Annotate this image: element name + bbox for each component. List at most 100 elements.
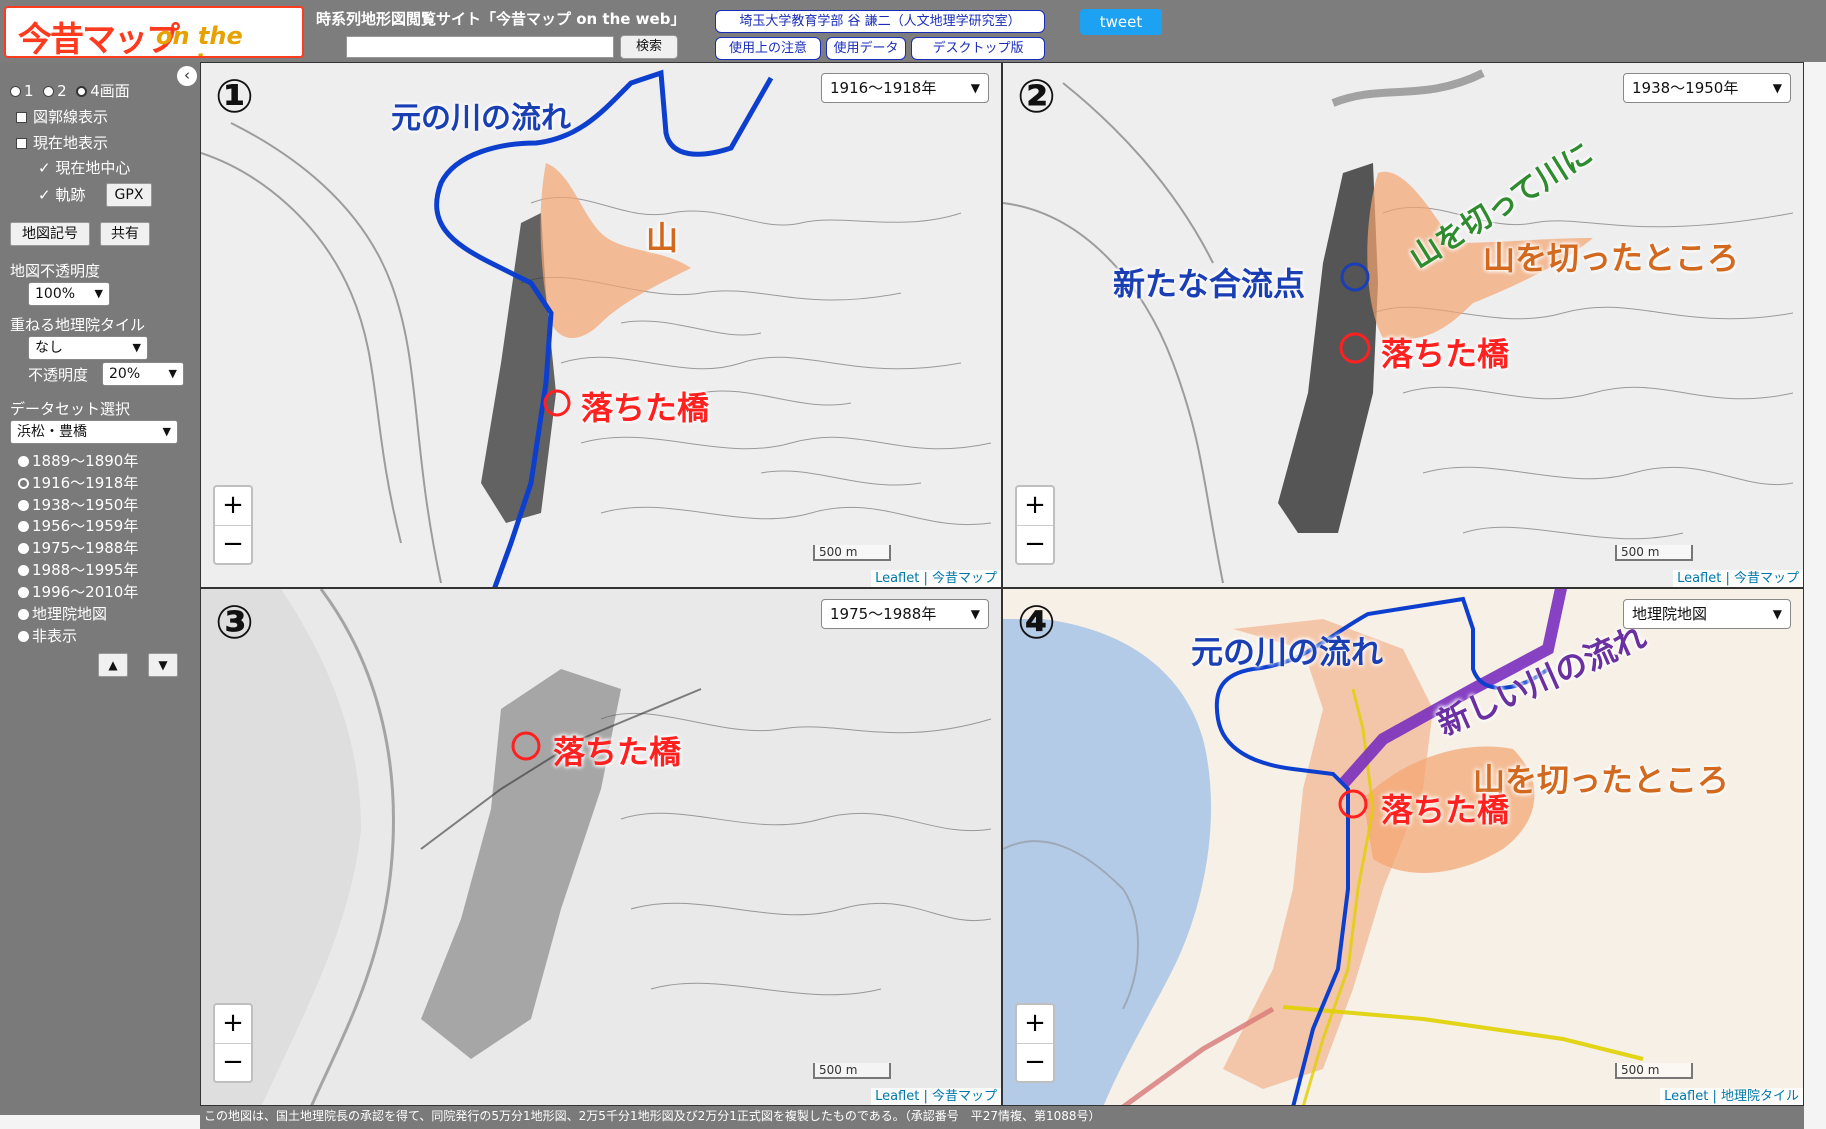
dataset-value: 浜松・豊橋 <box>17 424 87 440</box>
move-up-icon[interactable]: ▲ <box>98 653 128 677</box>
collapse-sidebar-icon[interactable]: ‹ <box>177 66 197 86</box>
current-location-toggle[interactable]: 現在地表示 <box>16 132 108 153</box>
period-option-1956[interactable]: 1956～1959年 <box>18 515 138 536</box>
zoom-out-button[interactable]: − <box>215 1044 251 1082</box>
period-option-1916[interactable]: 1916～1918年 <box>18 472 138 493</box>
radio-icon[interactable] <box>18 456 29 467</box>
panel-number-2: ② <box>1017 69 1056 123</box>
panel-number-1: ① <box>215 69 254 123</box>
zoom-in-button[interactable]: + <box>1017 487 1053 526</box>
radio-icon[interactable] <box>18 631 29 642</box>
period-label: 1975～1988年 <box>32 539 139 557</box>
checkmark-icon: ✓ <box>38 186 51 204</box>
overlay-select[interactable]: なし ▼ <box>28 336 148 360</box>
dataset-select[interactable]: 浜松・豊橋 ▼ <box>10 420 178 444</box>
zoom-out-button[interactable]: − <box>215 526 251 564</box>
checkbox-icon[interactable] <box>16 138 27 149</box>
copyright-footer: この地図は、国土地理院長の承認を得て、同院発行の5万分1地形図、2万5千分1地形… <box>200 1106 1804 1129</box>
app-logo[interactable]: 今昔マップ on the web <box>4 6 304 58</box>
data-used-link[interactable]: 使用データ <box>826 37 906 60</box>
year-select-4[interactable]: 地理院地図 ▼ <box>1623 599 1791 629</box>
map-attribution[interactable]: Leaflet | 今昔マップ <box>871 570 1001 587</box>
current-location-label: 現在地表示 <box>33 134 109 152</box>
cut-place-label: 山を切ったところ <box>1473 761 1730 799</box>
period-option-1988[interactable]: 1988～1995年 <box>18 559 138 580</box>
radio-icon[interactable] <box>18 500 29 511</box>
radio-icon[interactable] <box>18 543 29 554</box>
bridge-label: 落ちた橋 <box>581 389 710 427</box>
chevron-down-icon: ▼ <box>162 425 171 438</box>
year-value: 1975～1988年 <box>830 605 937 623</box>
map-attribution[interactable]: Leaflet | 今昔マップ <box>871 1088 1001 1105</box>
overlay-opacity-select[interactable]: 20% ▼ <box>102 362 184 386</box>
map-attribution[interactable]: Leaflet | 地理院タイル <box>1660 1088 1803 1105</box>
year-select-1[interactable]: 1916～1918年 ▼ <box>821 73 989 103</box>
search-input[interactable] <box>346 36 614 58</box>
zukaku-toggle[interactable]: 図郭線表示 <box>16 106 108 127</box>
center-label: 現在地中心 <box>55 159 131 177</box>
desktop-version-link[interactable]: デスクトップ版 <box>911 37 1045 60</box>
period-option-hide[interactable]: 非表示 <box>18 625 77 646</box>
panel-number-4: ④ <box>1017 595 1056 649</box>
share-button[interactable]: 共有 <box>100 222 150 246</box>
new-confluence-label: 新たな合流点 <box>1113 265 1306 303</box>
search-button[interactable]: 検索 <box>620 35 678 59</box>
radio-icon[interactable] <box>18 521 29 532</box>
period-label: 1938～1950年 <box>32 496 139 514</box>
map-symbol-button[interactable]: 地図記号 <box>10 222 90 246</box>
scale-bar: 500 m <box>813 1063 891 1079</box>
chevron-down-icon: ▼ <box>1772 81 1782 95</box>
opacity-select[interactable]: 100% ▼ <box>28 282 110 306</box>
center-on-location-toggle[interactable]: ✓ 現在地中心 <box>38 157 130 178</box>
header-bar: 今昔マップ on the web 時系列地形図閲覧サイト「今昔マップ on th… <box>0 0 1826 63</box>
town-block <box>1278 163 1378 533</box>
map-2-canvas <box>1003 69 1794 584</box>
radio-1-screen-icon[interactable] <box>10 86 21 97</box>
map-panel-2[interactable]: ② 山を切って川に 山を切ったところ 新たな合流点 落ちた橋 1938～1950… <box>1002 62 1804 588</box>
radio-selected-icon[interactable] <box>18 478 29 489</box>
period-option-1996[interactable]: 1996～2010年 <box>18 581 138 602</box>
period-label: 1996～2010年 <box>32 583 139 601</box>
radio-4-screen-icon[interactable] <box>76 86 88 97</box>
screen-count-selector: 1 2 4画面 <box>10 80 130 101</box>
period-option-1889[interactable]: 1889～1890年 <box>18 450 138 471</box>
author-link[interactable]: 埼玉大学教育学部 谷 謙二（人文地理学研究室） <box>715 10 1045 33</box>
old-river-label: 元の川の流れ <box>1191 633 1384 671</box>
radio-2-screen-icon[interactable] <box>43 86 55 97</box>
map-attribution[interactable]: Leaflet | 今昔マップ <box>1673 570 1803 587</box>
period-option-1938[interactable]: 1938～1950年 <box>18 494 138 515</box>
map-panel-1[interactable]: ① 元の川の流れ 山 落ちた橋 1916～1918年 ▼ + − 500 m Le… <box>200 62 1002 588</box>
zoom-in-button[interactable]: + <box>215 1005 251 1044</box>
gpx-button[interactable]: GPX <box>106 183 152 207</box>
zoom-out-button[interactable]: − <box>1017 1044 1053 1082</box>
radio-icon[interactable] <box>18 587 29 598</box>
zoom-in-button[interactable]: + <box>1017 1005 1053 1044</box>
overlay-value: なし <box>35 340 63 356</box>
zoom-in-button[interactable]: + <box>215 487 251 526</box>
scale-bar: 500 m <box>1615 545 1693 561</box>
period-option-chiriin[interactable]: 地理院地図 <box>18 603 107 624</box>
year-value: 1938～1950年 <box>1632 79 1739 97</box>
map-panel-4[interactable]: ④ 元の川の流れ 新しい川の流れ 山を切ったところ 落ちた橋 地理院地図 ▼ + … <box>1002 588 1804 1106</box>
dataset-label: データセット選択 <box>10 400 131 418</box>
move-down-icon[interactable]: ▼ <box>148 653 178 677</box>
year-select-2[interactable]: 1938～1950年 ▼ <box>1623 73 1791 103</box>
zoom-control-1: + − <box>213 485 253 565</box>
radio-icon[interactable] <box>18 609 29 620</box>
map-panel-3[interactable]: ③ 落ちた橋 1975～1988年 ▼ + − 500 m Leaflet | 今… <box>200 588 1002 1106</box>
track-toggle[interactable]: ✓ 軌跡 <box>38 184 85 205</box>
tweet-button[interactable]: tweet <box>1080 9 1162 35</box>
checkbox-icon[interactable] <box>16 112 27 123</box>
period-option-1975[interactable]: 1975～1988年 <box>18 537 138 558</box>
usage-notes-link[interactable]: 使用上の注意 <box>715 37 821 60</box>
logo-jp-text: 今昔マップ <box>18 20 180 58</box>
panel-number-3: ③ <box>215 595 254 649</box>
chevron-down-icon: ▼ <box>132 341 141 354</box>
zoom-out-button[interactable]: − <box>1017 526 1053 564</box>
scale-bar: 500 m <box>813 545 891 561</box>
track-label: 軌跡 <box>55 186 86 204</box>
radio-icon[interactable] <box>18 565 29 576</box>
opacity-label: 地図不透明度 <box>10 262 101 280</box>
logo-en-text: on the web <box>156 22 243 56</box>
year-select-3[interactable]: 1975～1988年 ▼ <box>821 599 989 629</box>
